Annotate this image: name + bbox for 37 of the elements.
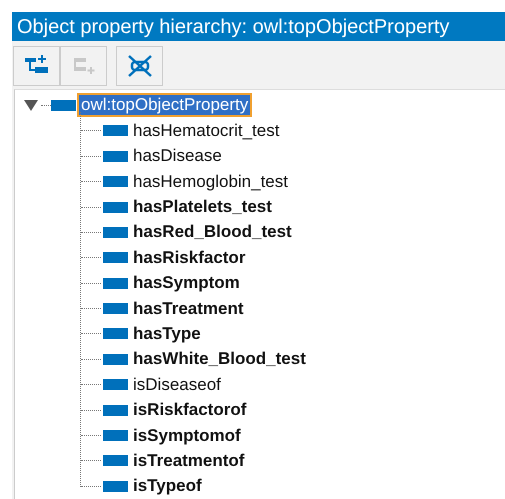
property-label[interactable]: hasType [131,324,203,344]
property-label[interactable]: isTypeof [131,476,204,496]
property-icon [103,176,128,188]
property-icon [103,430,128,442]
property-label[interactable]: isTreatmentof [131,450,246,471]
property-icon [103,202,128,212]
property-icon [103,480,128,492]
property-label[interactable]: hasPlatelets_test [131,197,274,217]
property-label[interactable]: isDiseaseof [131,374,223,395]
property-icon [103,354,128,365]
property-icon [103,303,128,314]
property-label[interactable]: isRiskfactorof [131,400,248,420]
property-label[interactable]: hasHematocrit_test [131,120,282,141]
property-label[interactable]: hasRed_Blood_test [131,222,294,242]
property-label[interactable]: hasDisease [131,146,224,166]
property-icon [103,226,128,238]
property-icon [51,100,76,111]
property-icon [103,455,128,466]
property-icon [103,328,128,340]
add-sub-button[interactable] [13,46,60,86]
property-label[interactable]: hasWhite_Blood_test [131,349,308,370]
collapse-toggle-icon[interactable] [23,98,41,112]
property-icon [103,150,128,162]
property-icon [103,379,128,390]
property-label[interactable]: hasHemoglobin_test [131,172,290,192]
panel-title: Object property hierarchy: owl:topObjectProperty [12,12,505,41]
property-icon [103,252,128,264]
property-icon [103,404,128,416]
property-icon [103,125,128,136]
property-label[interactable]: isSymptomof [131,426,243,446]
property-label[interactable]: hasSymptom [131,273,242,294]
property-label[interactable]: hasTreatment [131,298,246,319]
property-label[interactable]: owl:topObjectProperty [79,95,250,116]
property-label[interactable]: hasRiskfactor [131,248,248,268]
delete-icon [126,54,152,78]
delete-button[interactable] [116,46,163,86]
property-icon [103,278,128,289]
